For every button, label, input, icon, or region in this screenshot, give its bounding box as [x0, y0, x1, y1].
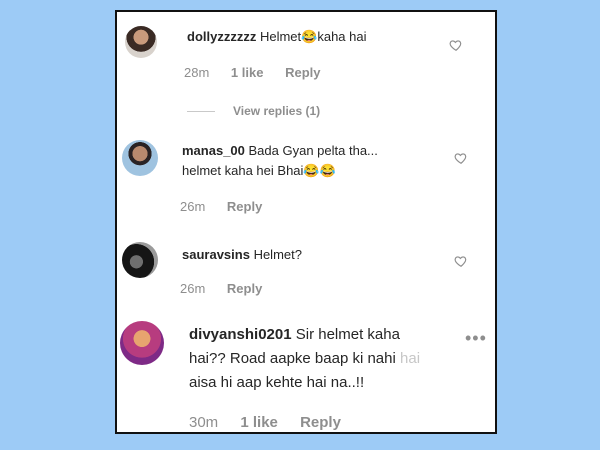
- comment-meta: 28m 1 like Reply: [184, 65, 338, 80]
- heart-icon[interactable]: [449, 38, 463, 52]
- comment-text: manas_00 Bada Gyan pelta tha... helmet k…: [182, 141, 442, 181]
- comment-username[interactable]: dollyzzzzzz: [187, 29, 256, 44]
- comment-body: hai?? Road aapke baap ki nahi: [189, 350, 396, 367]
- comment-username[interactable]: divyanshi0201: [189, 326, 292, 343]
- more-options-icon[interactable]: •••: [465, 328, 487, 349]
- comment-body-faded: hai: [400, 350, 421, 367]
- avatar[interactable]: [122, 140, 158, 176]
- comment-time: 28m: [184, 65, 210, 80]
- comment-body: Bada Gyan pelta tha...: [248, 143, 378, 158]
- comment-body: Helmet?: [253, 247, 302, 262]
- comment-time: 26m: [180, 199, 206, 214]
- comment-text: dollyzzzzzz Helmet😂kaha hai: [187, 27, 366, 47]
- likes-count[interactable]: 1 like: [240, 414, 278, 431]
- avatar[interactable]: [125, 26, 157, 58]
- comment-meta: 26m Reply: [180, 281, 280, 296]
- comment-username[interactable]: sauravsins: [182, 247, 250, 262]
- comments-panel: dollyzzzzzz Helmet😂kaha hai 28m 1 like R…: [115, 10, 497, 434]
- reply-button[interactable]: Reply: [227, 199, 262, 214]
- likes-count[interactable]: 1 like: [231, 65, 264, 80]
- view-replies-label: View replies (1): [233, 104, 321, 118]
- divider: [187, 111, 215, 113]
- reply-button[interactable]: Reply: [227, 281, 262, 296]
- comment-body: aisa hi aap kehte hai na..!!: [189, 374, 365, 391]
- comment-time: 26m: [180, 281, 206, 296]
- avatar[interactable]: [120, 321, 164, 365]
- comment-text: divyanshi0201 Sir helmet kaha hai?? Road…: [189, 323, 459, 395]
- heart-icon[interactable]: [454, 151, 468, 165]
- comment-time: 30m: [189, 414, 219, 431]
- comment-body: helmet kaha hei Bhai😂😂: [182, 163, 336, 178]
- heart-icon[interactable]: [454, 254, 468, 268]
- avatar[interactable]: [122, 242, 158, 278]
- comment-meta: 30m 1 like Reply: [189, 414, 359, 431]
- comment-meta: 26m Reply: [180, 199, 280, 214]
- comment-username[interactable]: manas_00: [182, 143, 245, 158]
- reply-button[interactable]: Reply: [285, 65, 320, 80]
- reply-button[interactable]: Reply: [300, 414, 341, 431]
- comment-text: sauravsins Helmet?: [182, 245, 302, 265]
- comment-body: Sir helmet kaha: [295, 326, 400, 343]
- comment-body: Helmet😂kaha hai: [259, 29, 367, 44]
- view-replies-button[interactable]: View replies (1): [187, 104, 320, 118]
